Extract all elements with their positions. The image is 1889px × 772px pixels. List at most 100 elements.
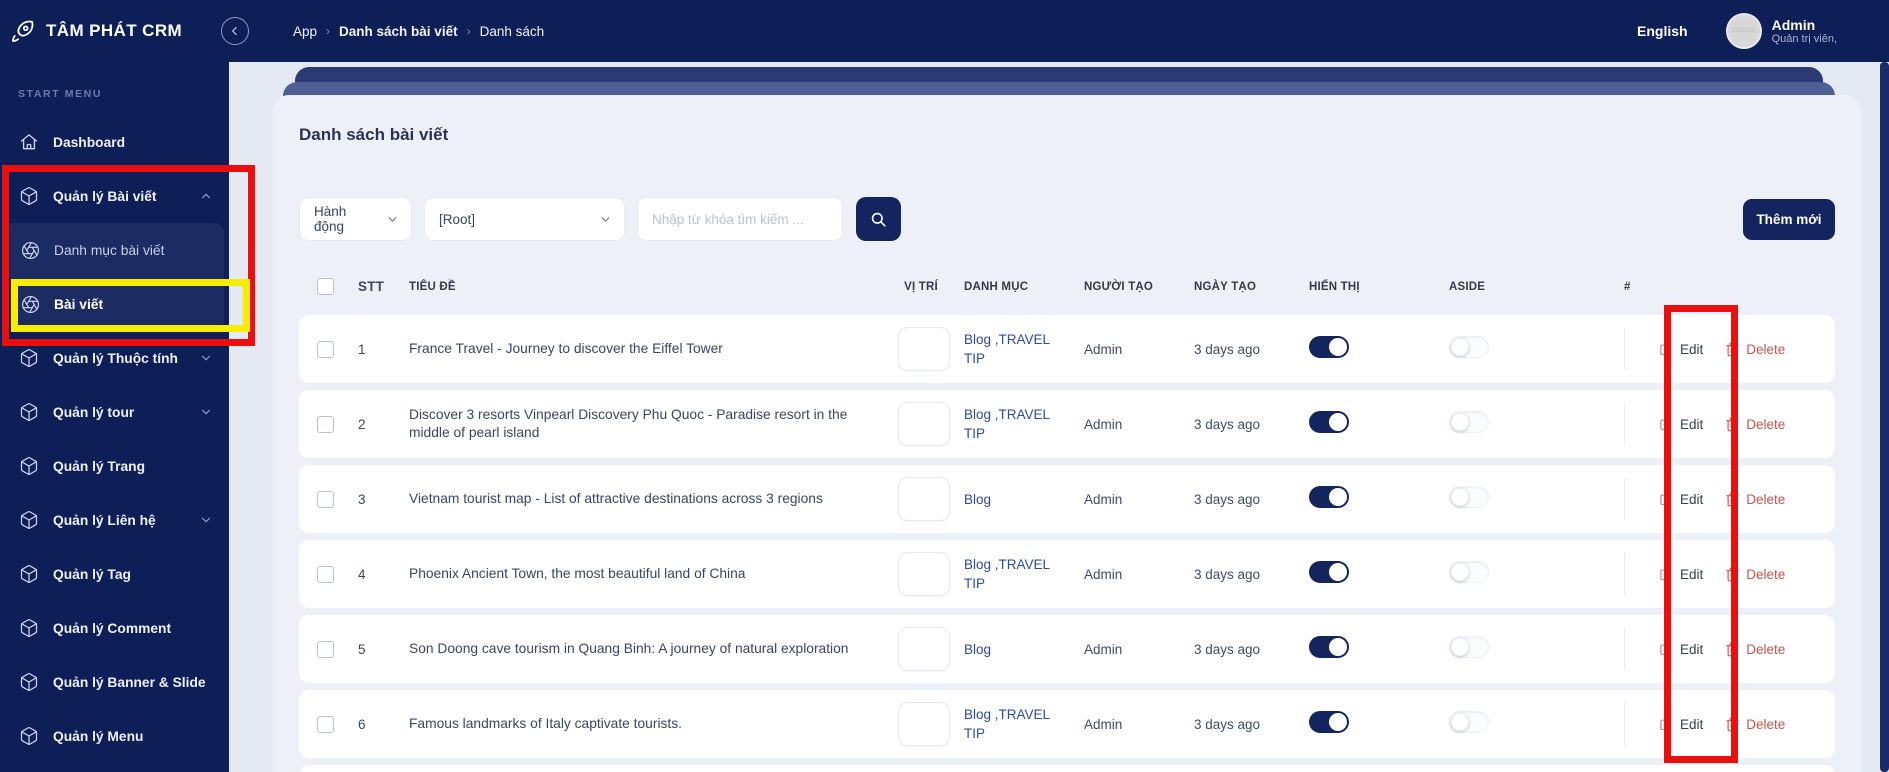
- row-checkbox[interactable]: [317, 715, 334, 733]
- chevron-up-icon: [199, 189, 213, 203]
- row-checkbox[interactable]: [317, 640, 334, 658]
- aside-toggle[interactable]: [1449, 485, 1489, 508]
- add-new-button[interactable]: Thêm mới: [1743, 198, 1835, 240]
- sidebar-item-label: Dashboard: [53, 134, 126, 150]
- sidebar-item-quan-ly-tag[interactable]: Quản lý Tag: [0, 547, 229, 601]
- edit-icon: [1659, 642, 1674, 657]
- avatar[interactable]: 200x200: [1725, 13, 1762, 49]
- aside-toggle[interactable]: [1449, 635, 1489, 658]
- select-all-checkbox[interactable]: [317, 278, 334, 295]
- position-input[interactable]: [898, 402, 950, 446]
- sidebar-item-quan-ly-lien-he[interactable]: Quản lý Liên hệ: [0, 493, 229, 547]
- page-title: Danh sách bài viết: [299, 125, 449, 144]
- row-category-links[interactable]: Blog ,TRAVEL TIP: [964, 705, 1084, 743]
- row-checkbox[interactable]: [317, 340, 334, 358]
- table-row: 4 Phoenix Ancient Town, the most beautif…: [299, 540, 1835, 608]
- trash-icon: [1725, 717, 1740, 732]
- aside-toggle[interactable]: [1449, 335, 1489, 358]
- sidebar-item-quan-ly-tour[interactable]: Quản lý tour: [0, 385, 229, 439]
- edit-icon: [1659, 492, 1674, 507]
- row-checkbox[interactable]: [317, 490, 334, 508]
- edit-button[interactable]: Edit: [1659, 417, 1703, 432]
- delete-button[interactable]: Delete: [1725, 492, 1785, 507]
- row-category-links[interactable]: Blog: [964, 640, 1084, 659]
- sidebar-item-quan-ly-thuoc-tinh[interactable]: Quản lý Thuộc tính: [0, 331, 229, 385]
- aside-toggle[interactable]: [1449, 710, 1489, 733]
- visible-toggle[interactable]: [1309, 485, 1349, 508]
- aside-toggle[interactable]: [1449, 560, 1489, 583]
- breadcrumb-item-list[interactable]: Danh sách bài viết: [339, 24, 458, 39]
- sidebar-item-dashboard[interactable]: Dashboard: [0, 115, 229, 169]
- sidebar-item-quan-ly-banner-slide[interactable]: Quản lý Banner & Slide: [0, 655, 229, 709]
- vertical-scrollbar[interactable]: [1880, 62, 1889, 772]
- breadcrumb-item-current: Danh sách: [479, 23, 545, 39]
- edit-button[interactable]: Edit: [1659, 567, 1703, 582]
- row-index: 2: [358, 416, 366, 432]
- user-menu[interactable]: 200x200 Admin Quản trị viên,: [1725, 13, 1837, 49]
- position-input[interactable]: [898, 627, 950, 671]
- sidebar-item-quan-ly-trang[interactable]: Quản lý Trang: [0, 439, 229, 493]
- edit-label: Edit: [1680, 341, 1704, 357]
- row-creator: Admin: [1084, 641, 1123, 657]
- cube-icon: [19, 456, 39, 476]
- col-header-created: NGÀY TẠO: [1194, 280, 1257, 293]
- edit-icon: [1659, 717, 1674, 732]
- cube-icon: [19, 186, 39, 206]
- col-header-title: TIÊU ĐỀ: [409, 280, 456, 293]
- position-input[interactable]: [898, 552, 950, 596]
- toggle-knob: [1451, 637, 1469, 656]
- edit-button[interactable]: Edit: [1659, 492, 1703, 507]
- row-checkbox[interactable]: [317, 415, 334, 433]
- sidebar-collapse-button[interactable]: [221, 17, 249, 45]
- position-input[interactable]: [898, 327, 950, 371]
- aside-toggle[interactable]: [1449, 410, 1489, 433]
- table-row-partial: [299, 765, 1835, 772]
- position-input[interactable]: [898, 477, 950, 521]
- cube-icon: [19, 726, 39, 746]
- row-category-links[interactable]: Blog ,TRAVEL TIP: [964, 405, 1084, 443]
- toggle-knob: [1451, 562, 1469, 581]
- row-creator: Admin: [1084, 566, 1123, 582]
- search-button[interactable]: [856, 197, 901, 241]
- edit-button[interactable]: Edit: [1659, 342, 1703, 357]
- toggle-knob: [1451, 337, 1469, 356]
- delete-label: Delete: [1746, 341, 1786, 357]
- position-input[interactable]: [898, 702, 950, 746]
- sidebar-item-quan-ly-menu[interactable]: Quản lý Menu: [0, 709, 229, 763]
- delete-button[interactable]: Delete: [1725, 717, 1785, 732]
- row-category-links[interactable]: Blog ,TRAVEL TIP: [964, 555, 1084, 593]
- visible-toggle[interactable]: [1309, 710, 1349, 733]
- col-header-position: VỊ TRÍ: [904, 280, 938, 293]
- visible-toggle[interactable]: [1309, 335, 1349, 358]
- delete-button[interactable]: Delete: [1725, 342, 1785, 357]
- action-select[interactable]: Hành động: [299, 197, 412, 241]
- visible-toggle[interactable]: [1309, 410, 1349, 433]
- row-checkbox[interactable]: [317, 565, 334, 583]
- table-row: 1 France Travel - Journey to discover th…: [299, 315, 1835, 383]
- sidebar-item-quan-ly-bai-viet[interactable]: Quản lý Bài viết: [0, 169, 229, 223]
- row-created: 3 days ago: [1194, 341, 1261, 357]
- edit-button[interactable]: Edit: [1659, 642, 1703, 657]
- row-index: 3: [358, 491, 366, 507]
- row-created: 3 days ago: [1194, 566, 1261, 582]
- sidebar-item-danh-muc-bai-viet[interactable]: Danh mục bài viết: [5, 223, 224, 277]
- row-category-links[interactable]: Blog ,TRAVEL TIP: [964, 330, 1084, 368]
- row-category-links[interactable]: Blog: [964, 490, 1084, 509]
- search-input[interactable]: [637, 197, 843, 241]
- sidebar-item-bai-viet[interactable]: Bài viết: [5, 277, 224, 331]
- language-switcher[interactable]: English: [1637, 23, 1688, 39]
- delete-label: Delete: [1746, 416, 1786, 432]
- edit-button[interactable]: Edit: [1659, 717, 1703, 732]
- row-created: 3 days ago: [1194, 416, 1261, 432]
- delete-button[interactable]: Delete: [1725, 417, 1785, 432]
- visible-toggle[interactable]: [1309, 635, 1349, 658]
- visible-toggle[interactable]: [1309, 560, 1349, 583]
- delete-button[interactable]: Delete: [1725, 567, 1785, 582]
- delete-label: Delete: [1746, 566, 1786, 582]
- delete-button[interactable]: Delete: [1725, 642, 1785, 657]
- home-icon: [19, 132, 39, 152]
- category-root-select[interactable]: [Root]: [424, 197, 625, 241]
- chevron-down-icon: [599, 213, 612, 226]
- breadcrumb-item-app[interactable]: App: [293, 24, 317, 39]
- sidebar-item-quan-ly-comment[interactable]: Quản lý Comment: [0, 601, 229, 655]
